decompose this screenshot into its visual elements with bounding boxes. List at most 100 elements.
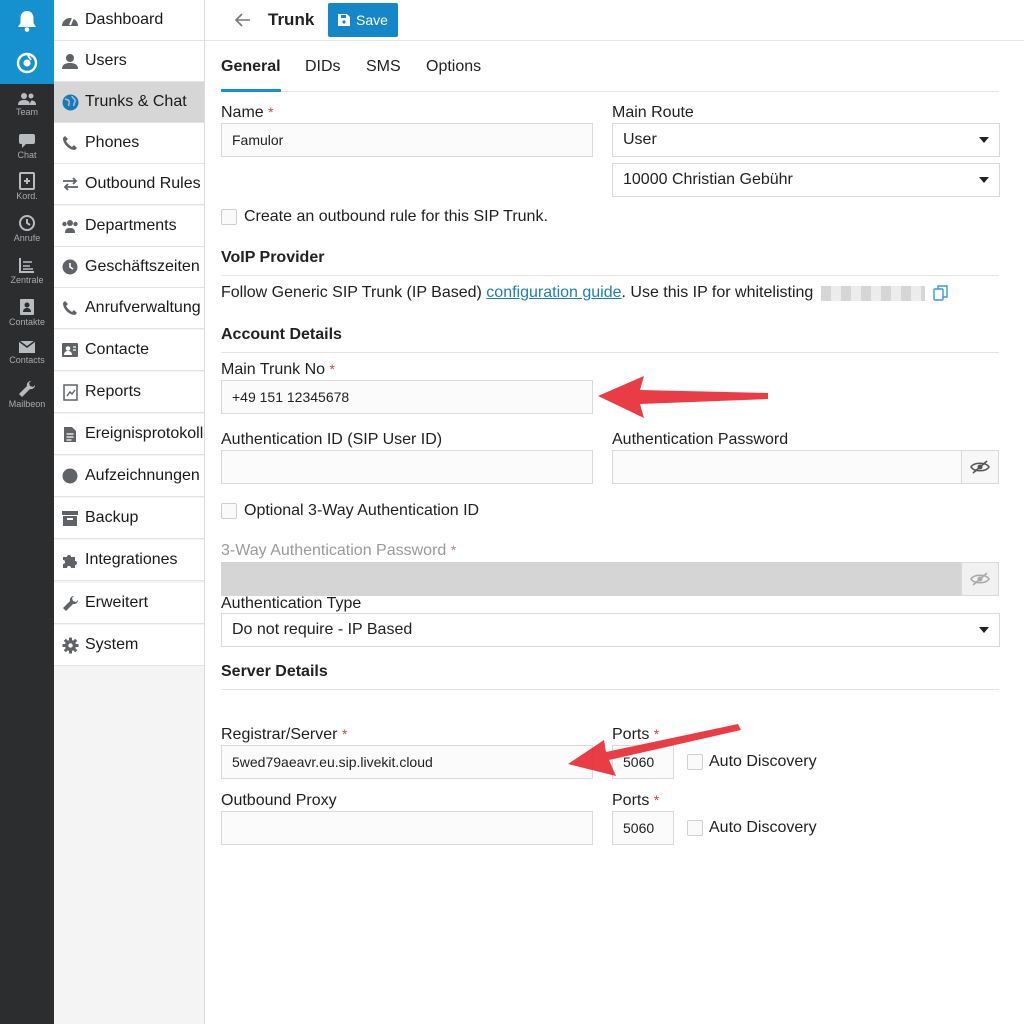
sidebar-item-advanced[interactable]: Erweitert [54, 583, 204, 624]
sidebar-item-label: Aufzeichnungen [85, 467, 200, 484]
wrench-icon [19, 380, 36, 397]
voip-provider-info: Follow Generic SIP Trunk (IP Based) conf… [221, 284, 950, 302]
dashboard-icon [61, 11, 79, 29]
rail-item-chat[interactable]: Chat [0, 131, 54, 171]
tab-dids[interactable]: DIDs [305, 58, 341, 76]
rail-item-mailbox[interactable]: Mailbeon [0, 378, 54, 418]
coord-icon [19, 172, 35, 190]
sidebar-item-label: Integrationes [85, 551, 178, 568]
registrar-label: Registrar/Server * [221, 726, 348, 743]
mail-icon [18, 340, 36, 353]
rail-item-calls[interactable]: Anrufe [0, 212, 54, 252]
main-route-select[interactable]: User [612, 123, 1000, 157]
show-three-way-password-button [961, 562, 999, 596]
outbound-rule-checkbox[interactable] [221, 209, 237, 225]
auth-password-input[interactable] [612, 450, 962, 484]
sidebar-item-integrations[interactable]: Integrationes [54, 540, 204, 581]
registrar-input[interactable]: 5wed79aeavr.eu.sip.livekit.cloud [221, 745, 593, 779]
main-trunk-input[interactable]: +49 151 12345678 [221, 380, 593, 414]
document-icon [61, 425, 79, 443]
tab-bar: General DIDs SMS Options [221, 48, 999, 92]
proxy-port-input[interactable]: 5060 [612, 811, 674, 845]
name-input[interactable]: Famulor [221, 123, 593, 157]
outbound-proxy-input[interactable] [221, 811, 593, 845]
rail-item-coord[interactable]: Kord. [0, 170, 54, 210]
sidebar: Dashboard Users Trunks & Chat Phones Out… [54, 0, 205, 1024]
main-trunk-label: Main Trunk No * [221, 361, 335, 378]
auth-id-label: Authentication ID (SIP User ID) [221, 431, 443, 448]
sidebar-item-label: Reports [85, 383, 142, 400]
server-details-heading: Server Details [221, 663, 999, 690]
sidebar-item-label: System [85, 636, 139, 653]
sidebar-item-backup[interactable]: Backup [54, 498, 204, 539]
bell-icon[interactable] [0, 0, 54, 42]
sidebar-item-event-log[interactable]: Ereignisprotokoll [54, 414, 204, 455]
sidebar-item-users[interactable]: Users [54, 41, 204, 82]
sidebar-item-departments[interactable]: Departments [54, 206, 204, 247]
tab-options[interactable]: Options [426, 58, 481, 76]
sidebar-item-contacts[interactable]: Contacte [54, 330, 204, 371]
tab-general[interactable]: General [221, 58, 281, 76]
annotation-arrow-icon [598, 376, 768, 418]
sidebar-item-reports[interactable]: Reports [54, 372, 204, 413]
sidebar-item-dashboard[interactable]: Dashboard [54, 0, 204, 41]
sidebar-item-outbound-rules[interactable]: Outbound Rules [54, 164, 204, 205]
rail-item-team[interactable]: Team [0, 90, 54, 130]
record-icon [61, 467, 79, 485]
sidebar-item-call-management[interactable]: Anrufverwaltung [54, 288, 204, 329]
rail-item-label: Zentrale [10, 275, 44, 285]
sidebar-item-recordings[interactable]: Aufzeichnungen [54, 456, 204, 497]
show-password-button[interactable] [961, 450, 999, 484]
arrows-icon [61, 175, 79, 193]
main-route-user-select[interactable]: 10000 Christian Gebühr [612, 163, 1000, 197]
phone-icon [61, 299, 79, 317]
voip-provider-heading: VoIP Provider [221, 249, 999, 276]
report-icon [61, 383, 79, 401]
sidebar-item-label: Outbound Rules [85, 175, 201, 192]
proxy-ports-label: Ports * [612, 792, 660, 809]
sidebar-item-label: Dashboard [85, 11, 164, 28]
three-way-id-checkbox[interactable] [221, 503, 237, 519]
main-route-label: Main Route [612, 104, 694, 121]
rail-item-switchboard[interactable]: Zentrale [0, 254, 54, 294]
rail-item-label: Mailbeon [8, 399, 46, 409]
sidebar-item-label: Anrufverwaltung [85, 299, 201, 316]
rail-item-mail[interactable]: Contacts [0, 338, 54, 378]
contact-card-icon [20, 299, 34, 315]
app-logo-icon[interactable] [0, 42, 54, 84]
sidebar-item-trunks-chat[interactable]: Trunks & Chat [54, 82, 204, 123]
three-way-id-label: Optional 3-Way Authentication ID [244, 502, 480, 519]
three-way-password-input [221, 562, 962, 596]
gear-icon [61, 636, 79, 654]
rail-item-label: Anrufe [13, 233, 41, 243]
sidebar-item-phones[interactable]: Phones [54, 123, 204, 164]
proxy-auto-discovery-checkbox[interactable] [687, 820, 703, 836]
sidebar-item-label: Phones [85, 134, 140, 151]
contact-card-icon [61, 341, 79, 359]
save-button[interactable]: Save [328, 3, 398, 37]
sidebar-item-label: Contacte [85, 341, 150, 358]
copy-icon[interactable] [932, 284, 950, 302]
page-header: Trunk Save [205, 0, 1024, 41]
auth-id-input[interactable] [221, 450, 593, 484]
tab-sms[interactable]: SMS [366, 58, 401, 76]
group-icon [61, 217, 79, 235]
icon-rail: Team Chat Kord. Anrufe Zentrale Contakte… [0, 0, 54, 1024]
sidebar-item-business-hours[interactable]: Geschäftszeiten [54, 247, 204, 288]
history-icon [19, 215, 35, 231]
rail-item-contacts[interactable]: Contakte [0, 296, 54, 336]
back-arrow-icon[interactable] [233, 10, 253, 30]
three-way-password-label: 3-Way Authentication Password * [221, 542, 457, 559]
eye-slash-icon [970, 572, 990, 586]
sidebar-item-label: Ereignisprotokoll [85, 425, 204, 442]
proxy-auto-discovery-label: Auto Discovery [709, 819, 817, 836]
configuration-guide-link[interactable]: configuration guide [486, 284, 621, 301]
switchboard-icon [19, 258, 34, 273]
sidebar-item-system[interactable]: System [54, 625, 204, 666]
main-route-user-value: 10000 Christian Gebühr [623, 171, 793, 188]
sidebar-item-label: Trunks & Chat [85, 93, 187, 110]
rail-item-label: Contakte [8, 317, 46, 327]
rail-item-label: Team [15, 107, 38, 117]
auth-type-select[interactable]: Do not require - IP Based [221, 613, 1000, 647]
eye-slash-icon [970, 460, 990, 474]
